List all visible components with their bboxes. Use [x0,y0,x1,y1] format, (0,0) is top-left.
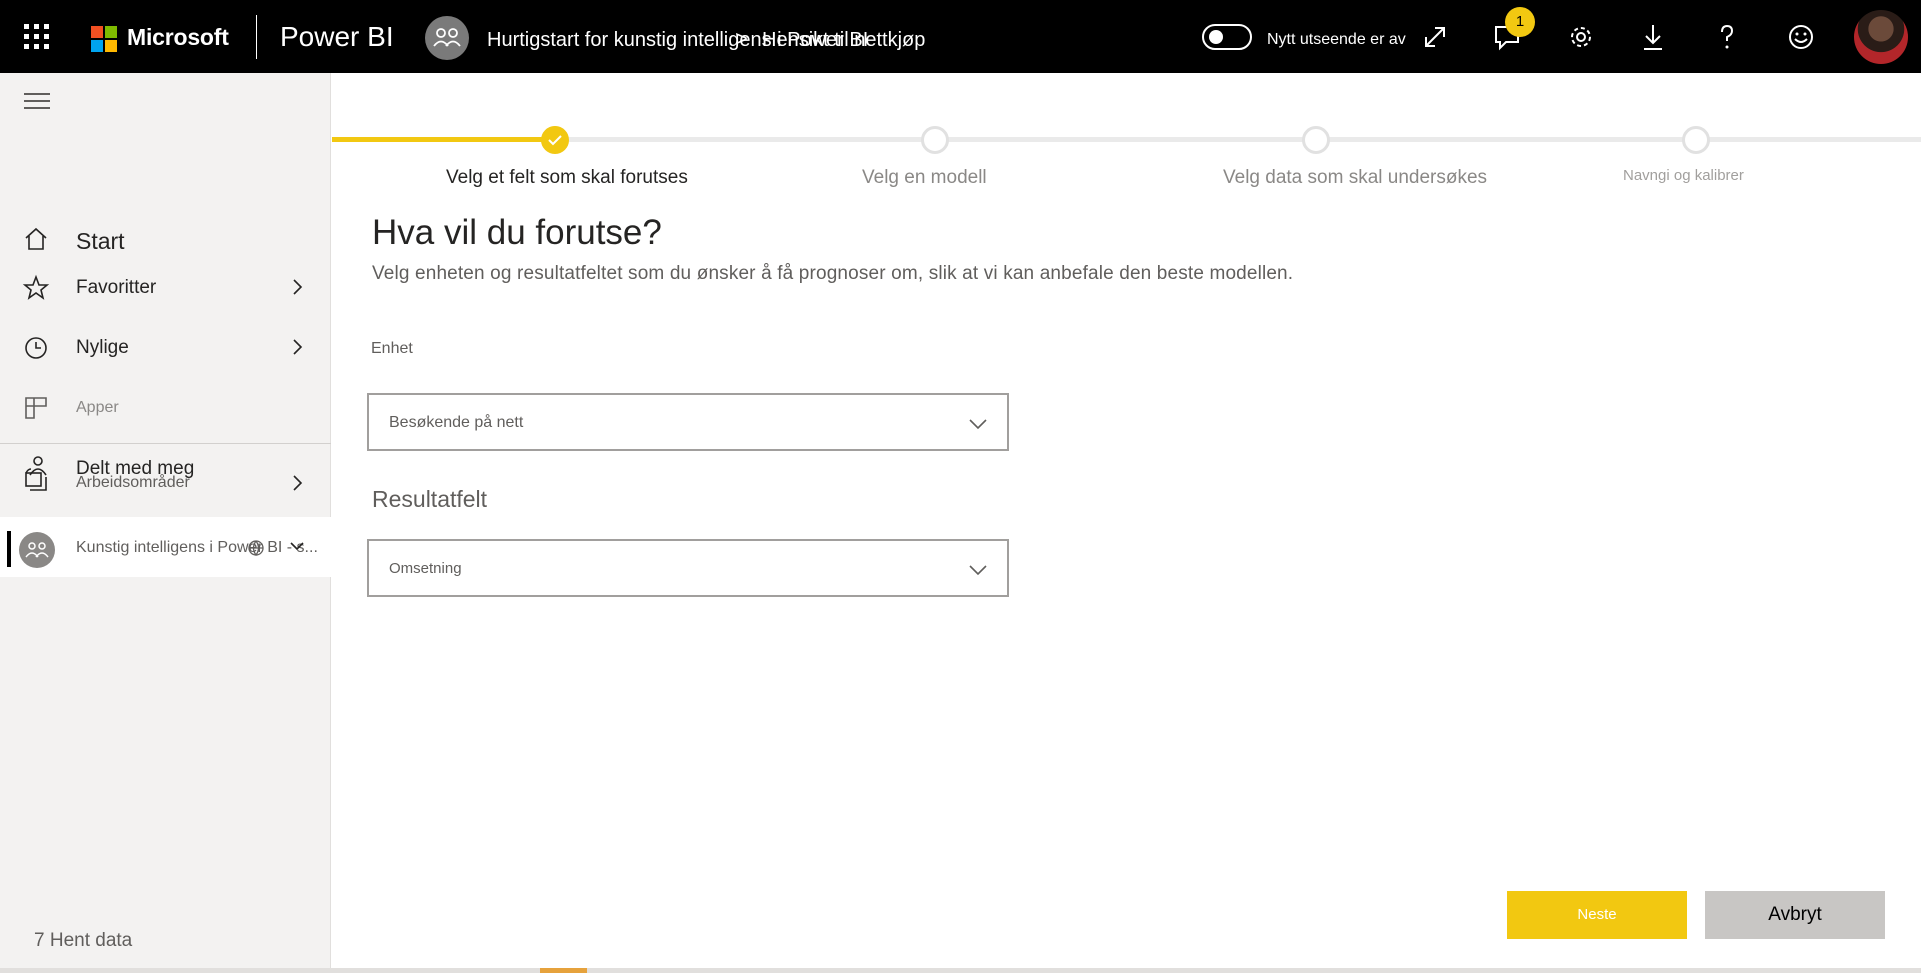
outcome-dropdown[interactable]: Omsetning [367,539,1009,597]
notification-badge: 1 [1505,7,1535,37]
step-4-label: Navngi og kalibrer [1623,167,1744,184]
bottom-scroll-track [0,968,1921,973]
globe-icon [248,540,264,557]
selected-indicator [7,531,11,567]
star-icon [22,274,50,300]
sidebar-item-apps[interactable]: Apper [0,382,331,434]
breadcrumb-separator: > [735,26,748,51]
entity-label: Enhet [371,340,413,357]
header-divider [256,15,257,59]
toggle-knob [1209,30,1223,44]
sidebar-item-label: Arbeidsområder [76,474,190,491]
feedback-smiley-icon[interactable] [1786,22,1816,52]
stepper-progress [332,137,556,142]
hamburger-menu-icon[interactable] [24,93,50,114]
workspaces-icon [25,472,47,491]
step-3-label: Velg data som skal undersøkes [1223,167,1488,188]
sidebar-item-label: Apper [76,399,119,416]
breadcrumb-item[interactable]: Hensikt til nettkjøp [762,29,925,52]
bottom-scroll-thumb[interactable] [540,968,587,973]
sidebar-item-recent[interactable]: Nylige [0,322,331,374]
sidebar-divider [0,443,331,444]
next-button[interactable]: Neste [1507,891,1687,939]
chevron-right-icon[interactable] [286,336,308,358]
microsoft-brand: Microsoft [127,24,229,50]
clock-icon [25,337,47,359]
chevron-down-icon[interactable] [288,537,306,555]
sidebar-item-start[interactable]: Start [0,213,331,265]
outcome-value: Omsetning [389,560,462,577]
step-4-dot [1682,126,1710,154]
workspace-avatar-icon [19,532,55,568]
page-description: Velg enheten og resultatfeltet som du øn… [372,263,1294,284]
entity-dropdown[interactable]: Besøkende på nett [367,393,1009,451]
sidebar-item-label: Nylige [76,337,129,358]
page-title: Hva vil du forutse? [372,213,662,252]
chevron-right-icon[interactable] [286,276,308,298]
user-avatar[interactable] [1854,10,1908,64]
help-icon[interactable] [1712,22,1742,52]
step-1-label: Velg et felt som skal forutses [446,167,688,188]
workspace-avatar-icon[interactable] [425,16,469,60]
apps-icon [25,397,47,419]
get-data-link[interactable]: 7 Hent data [34,930,132,952]
chevron-right-icon[interactable] [286,472,308,494]
sidebar-item-label: Start [76,228,125,254]
entity-value: Besøkende på nett [389,414,524,431]
step-3-dot [1302,126,1330,154]
chevron-down-icon [969,419,987,430]
cancel-button[interactable]: Avbryt [1705,891,1885,939]
new-look-label: Nytt utseende er av [1267,31,1406,48]
checkmark-icon [548,135,562,146]
top-bar: Microsoft Power BI Hurtigstart for kunst… [0,0,1921,73]
new-look-toggle[interactable] [1202,24,1252,50]
product-name[interactable]: Power BI [280,21,394,53]
download-icon[interactable] [1638,22,1668,52]
outcome-title: Resultatfelt [372,486,488,512]
sidebar: Start Favoritter Nylige Apper Delt med m [0,73,331,973]
home-icon [25,227,47,250]
chevron-down-icon [969,565,987,576]
microsoft-logo-icon [91,26,117,52]
step-2-label: Velg en modell [862,167,987,188]
sidebar-item-current-workspace[interactable]: Kunstig intelligens i Power BI - s... [0,517,331,577]
step-2-dot [921,126,949,154]
step-1-dot [541,126,569,154]
sidebar-item-workspaces[interactable]: Arbeidsområder [0,456,331,508]
settings-gear-icon[interactable] [1566,22,1596,52]
app-launcher-icon[interactable] [24,24,49,49]
sidebar-item-favorites[interactable]: Favoritter [0,262,331,314]
sidebar-item-label: Favoritter [76,277,157,298]
expand-icon[interactable] [1420,22,1450,52]
